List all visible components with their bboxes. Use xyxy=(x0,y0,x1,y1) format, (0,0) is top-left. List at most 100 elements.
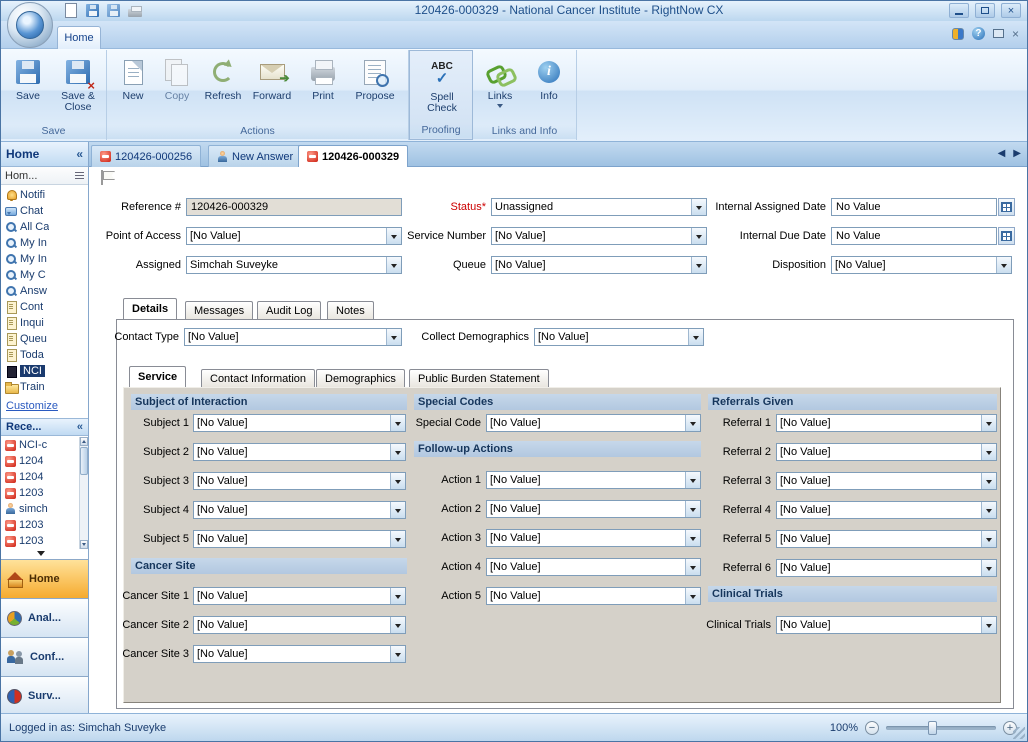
dropdown-arrow-icon[interactable] xyxy=(981,415,996,431)
cancer-site-2-dropdown[interactable]: [No Value] xyxy=(193,616,406,634)
sidebar-item-chat[interactable]: Chat xyxy=(1,203,88,219)
nav-button-surveys[interactable]: Surv... xyxy=(1,676,88,715)
collapse-pane-icon[interactable] xyxy=(76,147,83,161)
sidebar-item-all[interactable]: All Ca xyxy=(1,219,88,235)
subject-3-dropdown[interactable]: [No Value] xyxy=(193,472,406,490)
recent-item[interactable]: 1204 xyxy=(1,453,88,469)
queue-dropdown[interactable]: [No Value] xyxy=(491,256,707,274)
application-menu-button[interactable] xyxy=(7,2,53,48)
sidebar-item-my-inbox-1[interactable]: My In xyxy=(1,235,88,251)
dropdown-arrow-icon[interactable] xyxy=(390,531,405,547)
recent-item[interactable]: 1203 xyxy=(1,517,88,533)
doc-tab-incident-1[interactable]: 120426-000256 xyxy=(91,145,201,167)
referral-6-dropdown[interactable]: [No Value] xyxy=(776,559,997,577)
close-document-icon[interactable]: × xyxy=(1012,28,1019,40)
forward-button[interactable]: ➔ Forward xyxy=(247,53,297,125)
copy-button[interactable]: Copy xyxy=(155,53,199,125)
dropdown-arrow-icon[interactable] xyxy=(386,329,401,345)
print-icon[interactable] xyxy=(128,9,142,17)
sidebar-item-my-c[interactable]: My C xyxy=(1,267,88,283)
new-button[interactable]: New xyxy=(111,53,155,125)
nav-button-home[interactable]: Home xyxy=(1,559,88,598)
spell-check-button[interactable]: ABC✓ Spell Check xyxy=(417,54,467,126)
dropdown-arrow-icon[interactable] xyxy=(688,329,703,345)
dropdown-arrow-icon[interactable] xyxy=(390,588,405,604)
recent-item[interactable]: NCI-c xyxy=(1,437,88,453)
dropdown-arrow-icon[interactable] xyxy=(685,530,700,546)
sidebar-item-answers[interactable]: Answ xyxy=(1,283,88,299)
sidebar-item-queue[interactable]: Queu xyxy=(1,331,88,347)
referral-2-dropdown[interactable]: [No Value] xyxy=(776,443,997,461)
nav-pane-header[interactable]: Home xyxy=(1,142,88,167)
collect-demographics-dropdown[interactable]: [No Value] xyxy=(534,328,704,346)
scrollbar-thumb[interactable] xyxy=(80,447,88,475)
dropdown-arrow-icon[interactable] xyxy=(685,588,700,604)
dropdown-arrow-icon[interactable] xyxy=(685,415,700,431)
save-icon[interactable] xyxy=(86,4,99,17)
maximize-button[interactable] xyxy=(975,3,995,18)
action-1-dropdown[interactable]: [No Value] xyxy=(486,471,701,489)
scroll-down-icon[interactable] xyxy=(80,540,88,549)
flag-icon[interactable] xyxy=(99,170,115,185)
assigned-dropdown[interactable]: Simchah Suveyke xyxy=(186,256,402,274)
print-button[interactable]: Print xyxy=(301,53,345,125)
contact-type-dropdown[interactable]: [No Value] xyxy=(184,328,402,346)
refresh-button[interactable]: Refresh xyxy=(199,53,247,125)
calendar-button[interactable] xyxy=(998,198,1015,216)
recent-item[interactable]: 1203 xyxy=(1,485,88,501)
action-5-dropdown[interactable]: [No Value] xyxy=(486,587,701,605)
dropdown-arrow-icon[interactable] xyxy=(996,257,1011,273)
nav-button-analytics[interactable]: Anal... xyxy=(1,598,88,637)
tab-notes[interactable]: Notes xyxy=(327,301,374,319)
dropdown-arrow-icon[interactable] xyxy=(390,646,405,662)
cancer-site-3-dropdown[interactable]: [No Value] xyxy=(193,645,406,663)
dropdown-arrow-icon[interactable] xyxy=(390,444,405,460)
dropdown-arrow-icon[interactable] xyxy=(981,617,996,633)
tab-scroll-right-icon[interactable]: ▶ xyxy=(1013,148,1021,159)
restore-icon[interactable] xyxy=(993,29,1004,38)
internal-assigned-date-field[interactable]: No Value xyxy=(831,198,997,216)
feedback-icon[interactable] xyxy=(952,28,964,40)
doc-tab-incident-active[interactable]: 120426-000329 xyxy=(298,145,408,167)
subtab-contact-information[interactable]: Contact Information xyxy=(201,369,315,387)
tab-details[interactable]: Details xyxy=(123,298,177,319)
dropdown-arrow-icon[interactable] xyxy=(390,502,405,518)
subject-1-dropdown[interactable]: [No Value] xyxy=(193,414,406,432)
recent-item[interactable]: 1203 xyxy=(1,533,88,549)
subject-5-dropdown[interactable]: [No Value] xyxy=(193,530,406,548)
dropdown-arrow-icon[interactable] xyxy=(981,444,996,460)
dropdown-arrow-icon[interactable] xyxy=(981,531,996,547)
list-menu-icon[interactable] xyxy=(75,172,84,179)
nav-button-configuration[interactable]: Conf... xyxy=(1,637,88,676)
dropdown-arrow-icon[interactable] xyxy=(390,617,405,633)
sidebar-item-training[interactable]: Train xyxy=(1,379,88,395)
save-and-close-button[interactable]: × Save & Close xyxy=(53,53,103,125)
sidebar-item-nci-selected[interactable]: NCI xyxy=(1,363,88,379)
dropdown-arrow-icon[interactable] xyxy=(981,560,996,576)
point-of-access-dropdown[interactable]: [No Value] xyxy=(186,227,402,245)
dropdown-arrow-icon[interactable] xyxy=(390,415,405,431)
scroll-up-icon[interactable] xyxy=(80,437,88,446)
tab-audit-log[interactable]: Audit Log xyxy=(257,301,321,319)
tab-messages[interactable]: Messages xyxy=(185,301,253,319)
referral-4-dropdown[interactable]: [No Value] xyxy=(776,501,997,519)
service-number-dropdown[interactable]: [No Value] xyxy=(491,227,707,245)
action-3-dropdown[interactable]: [No Value] xyxy=(486,529,701,547)
reference-field[interactable]: 120426-000329 xyxy=(186,198,402,216)
resize-grip[interactable] xyxy=(1013,727,1025,739)
ribbon-tab-home[interactable]: Home xyxy=(57,26,101,49)
recent-item[interactable]: simch xyxy=(1,501,88,517)
action-2-dropdown[interactable]: [No Value] xyxy=(486,500,701,518)
nav-list-caption[interactable]: Hom... xyxy=(1,167,88,185)
propose-button[interactable]: Propose xyxy=(349,53,401,125)
subject-2-dropdown[interactable]: [No Value] xyxy=(193,443,406,461)
save-all-icon[interactable] xyxy=(107,4,120,17)
sidebar-item-my-inbox-2[interactable]: My In xyxy=(1,251,88,267)
sidebar-item-notifications[interactable]: Notifi xyxy=(1,187,88,203)
help-icon[interactable]: ? xyxy=(972,27,985,40)
sidebar-item-inquiries[interactable]: Inqui xyxy=(1,315,88,331)
subtab-public-burden[interactable]: Public Burden Statement xyxy=(409,369,549,387)
sidebar-item-contacts[interactable]: Cont xyxy=(1,299,88,315)
doc-tab-new-answer[interactable]: New Answer xyxy=(208,145,302,167)
close-button[interactable]: × xyxy=(1001,3,1021,18)
